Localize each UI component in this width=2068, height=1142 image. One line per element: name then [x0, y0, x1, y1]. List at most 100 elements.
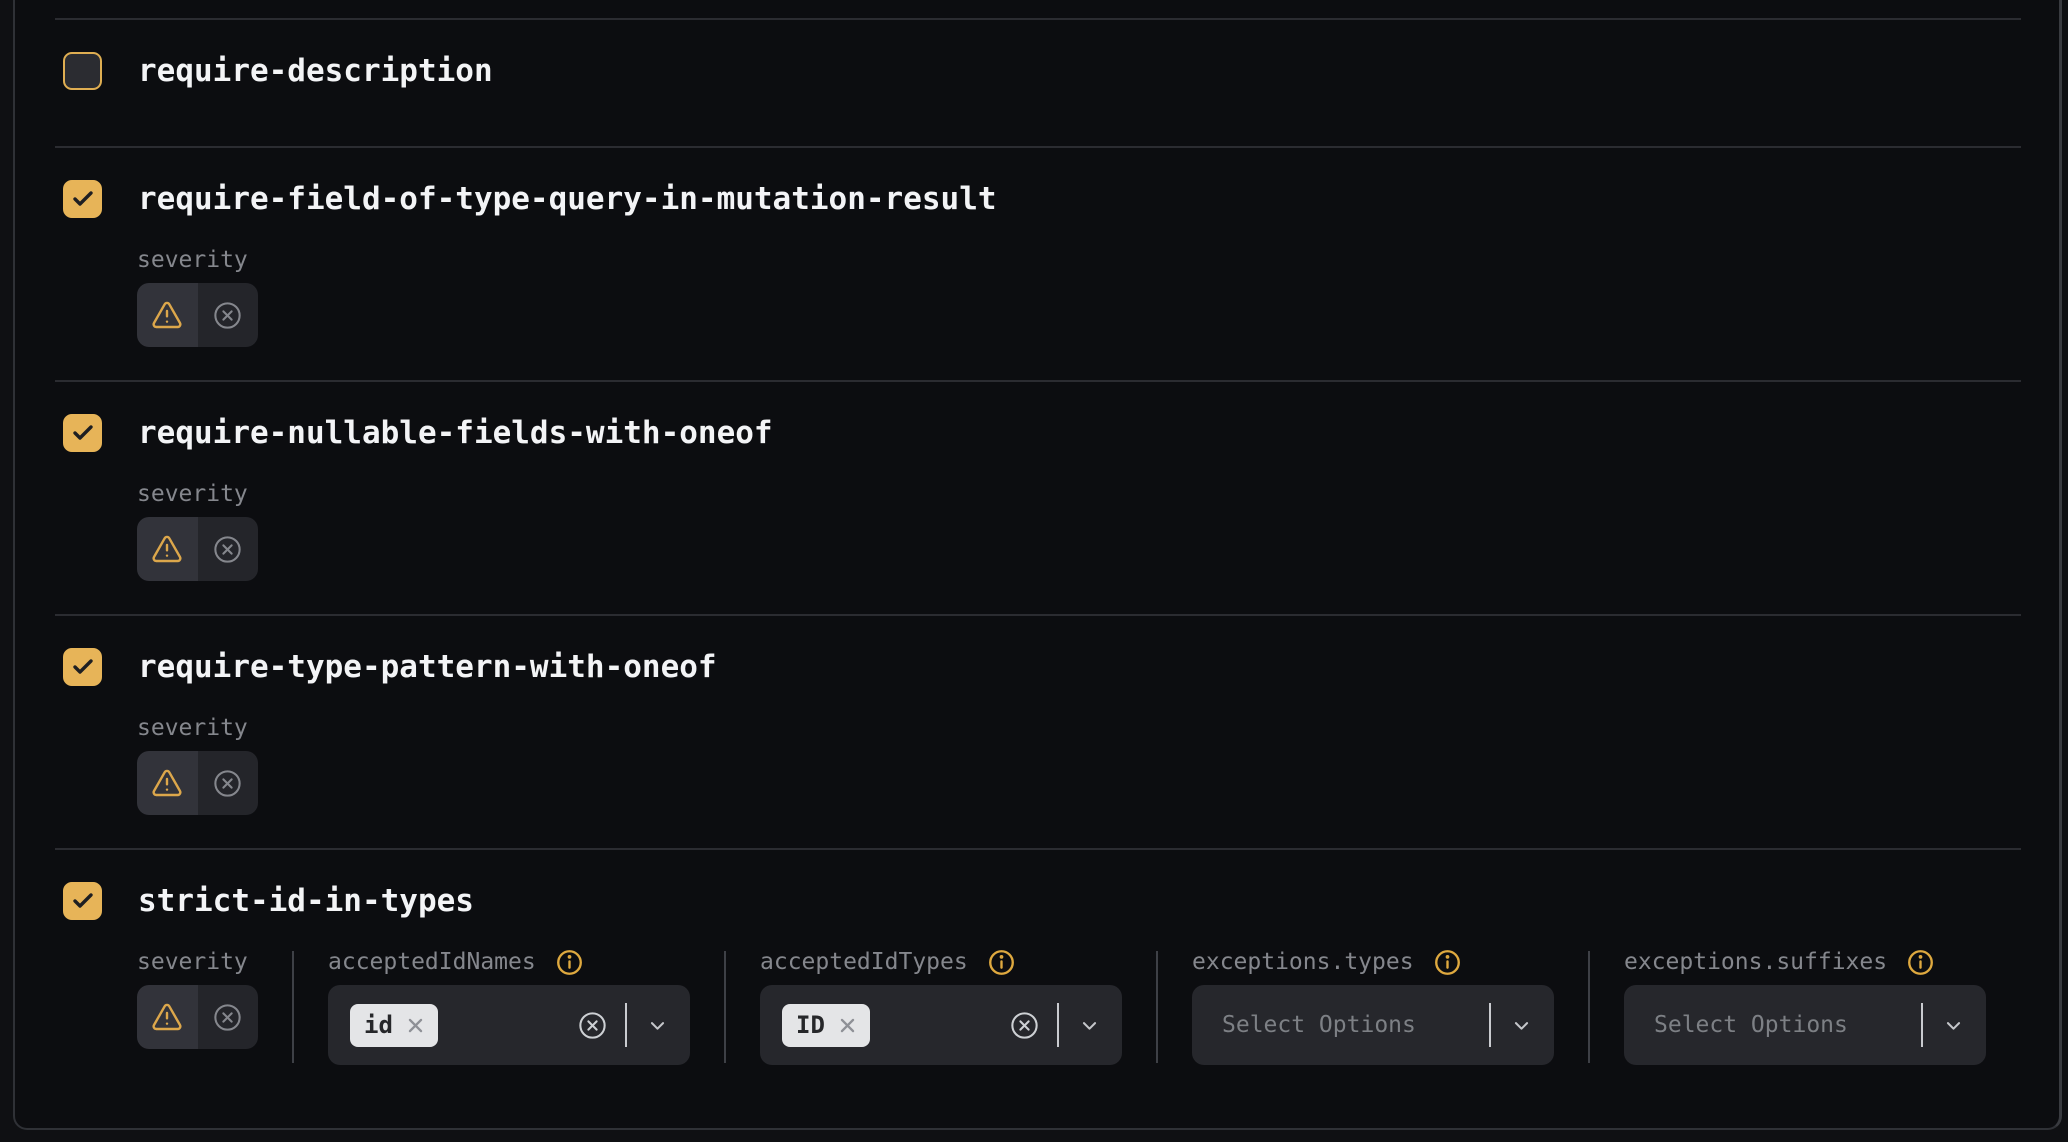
severity-toggle-group — [137, 283, 258, 347]
remove-tag-button[interactable] — [406, 1016, 425, 1035]
column-divider — [1156, 951, 1158, 1063]
rule-checkbox-require-field-of-type-query-in-mutation-result[interactable] — [63, 180, 102, 218]
chevron-down-icon — [1512, 1016, 1531, 1035]
severity-option-warn[interactable] — [137, 751, 198, 815]
rule-config: severity acceptedIdNames id acceptedIdTypes… — [137, 951, 2021, 1065]
select-placeholder: Select Options — [1654, 1012, 1848, 1038]
selected-tag: ID — [782, 1004, 870, 1047]
multiselect-acceptedIdNames[interactable]: id — [328, 985, 690, 1065]
option-label: acceptedIdTypes — [760, 951, 1122, 973]
rules-list: require-description require-field-of-type… — [55, 18, 2021, 1132]
tag-text: ID — [796, 1011, 825, 1039]
rules-card: require-description require-field-of-type… — [13, 0, 2062, 1130]
rule-checkbox-require-description[interactable] — [63, 52, 102, 90]
open-dropdown-button[interactable] — [1080, 1016, 1099, 1035]
info-button[interactable] — [556, 949, 583, 976]
info-icon — [988, 949, 1015, 976]
info-button[interactable] — [988, 949, 1015, 976]
rule-name: require-field-of-type-query-in-mutation-… — [138, 181, 997, 217]
open-dropdown-button[interactable] — [648, 1016, 667, 1035]
severity-option-warn[interactable] — [137, 517, 198, 581]
severity-option-off[interactable] — [198, 517, 259, 581]
warning-icon — [151, 533, 183, 565]
x-icon — [838, 1016, 857, 1035]
check-icon — [71, 187, 95, 211]
severity-field: severity — [137, 717, 258, 815]
rule-config: severity — [137, 249, 2021, 347]
severity-option-off[interactable] — [198, 283, 259, 347]
chevron-down-icon — [1080, 1016, 1099, 1035]
chevron-down-icon — [1944, 1016, 1963, 1035]
severity-field: severity — [137, 249, 258, 347]
rule-name: require-description — [138, 53, 493, 89]
option-label: exceptions.suffixes — [1624, 951, 1986, 973]
rule-checkbox-strict-id-in-types[interactable] — [63, 882, 102, 920]
option-field-exceptions.types: exceptions.types Select Options — [1192, 951, 1554, 1065]
chevron-down-icon — [648, 1016, 667, 1035]
rule-name: require-type-pattern-with-oneof — [138, 649, 717, 685]
open-dropdown-button[interactable] — [1944, 1016, 1963, 1035]
clear-icon — [577, 1010, 608, 1041]
x-icon — [406, 1016, 425, 1035]
info-icon — [556, 949, 583, 976]
remove-tag-button[interactable] — [838, 1016, 857, 1035]
severity-option-off[interactable] — [198, 751, 259, 815]
severity-label: severity — [137, 717, 258, 739]
severity-option-warn[interactable] — [137, 283, 198, 347]
off-icon — [212, 534, 243, 565]
multiselect-acceptedIdTypes[interactable]: ID — [760, 985, 1122, 1065]
option-field-acceptedIdNames: acceptedIdNames id — [328, 951, 690, 1065]
rule-row-require-description: require-description — [55, 18, 2021, 146]
rule-row-strict-id-in-types: strict-id-in-types severity acceptedIdName… — [55, 848, 2021, 1132]
select-placeholder: Select Options — [1222, 1012, 1416, 1038]
rule-header: require-type-pattern-with-oneof — [63, 648, 2021, 686]
rule-header: strict-id-in-types — [63, 882, 2021, 920]
clear-selection-button[interactable] — [577, 1010, 608, 1041]
check-icon — [71, 421, 95, 445]
rule-config: severity — [137, 483, 2021, 581]
column-divider — [292, 951, 294, 1063]
severity-field: severity — [137, 483, 258, 581]
option-label-text: exceptions.types — [1192, 949, 1414, 975]
check-icon — [71, 889, 95, 913]
clear-selection-button[interactable] — [1009, 1010, 1040, 1041]
rule-config: severity — [137, 717, 2021, 815]
rule-row-require-nullable-fields-with-oneof: require-nullable-fields-with-oneof severi… — [55, 380, 2021, 614]
severity-toggle-group — [137, 517, 258, 581]
warning-icon — [151, 299, 183, 331]
select-divider — [1489, 1003, 1491, 1047]
option-label-text: acceptedIdTypes — [760, 949, 968, 975]
rule-row-require-field-of-type-query-in-mutation-result: require-field-of-type-query-in-mutation-… — [55, 146, 2021, 380]
select-divider — [1921, 1003, 1923, 1047]
check-icon — [71, 655, 95, 679]
option-field-acceptedIdTypes: acceptedIdTypes ID — [760, 951, 1122, 1065]
info-button[interactable] — [1434, 949, 1461, 976]
option-field-exceptions.suffixes: exceptions.suffixes Select Options — [1624, 951, 1986, 1065]
rule-header: require-field-of-type-query-in-mutation-… — [63, 180, 2021, 218]
severity-option-off[interactable] — [198, 985, 259, 1049]
off-icon — [212, 300, 243, 331]
clear-icon — [1009, 1010, 1040, 1041]
severity-label: severity — [137, 249, 258, 271]
rule-checkbox-require-type-pattern-with-oneof[interactable] — [63, 648, 102, 686]
select-divider — [625, 1003, 627, 1047]
severity-field: severity — [137, 951, 258, 1049]
rule-header: require-description — [63, 52, 2021, 90]
severity-label: severity — [137, 483, 258, 505]
severity-option-warn[interactable] — [137, 985, 198, 1049]
info-button[interactable] — [1907, 949, 1934, 976]
multiselect-exceptions.types[interactable]: Select Options — [1192, 985, 1554, 1065]
severity-label: severity — [137, 951, 258, 973]
option-label: exceptions.types — [1192, 951, 1554, 973]
column-divider — [1588, 951, 1590, 1063]
off-icon — [212, 1002, 243, 1033]
tag-text: id — [364, 1011, 393, 1039]
off-icon — [212, 768, 243, 799]
column-divider — [724, 951, 726, 1063]
open-dropdown-button[interactable] — [1512, 1016, 1531, 1035]
multiselect-exceptions.suffixes[interactable]: Select Options — [1624, 985, 1986, 1065]
option-label-text: acceptedIdNames — [328, 949, 536, 975]
rule-checkbox-require-nullable-fields-with-oneof[interactable] — [63, 414, 102, 452]
rule-name: require-nullable-fields-with-oneof — [138, 415, 773, 451]
info-icon — [1907, 949, 1934, 976]
